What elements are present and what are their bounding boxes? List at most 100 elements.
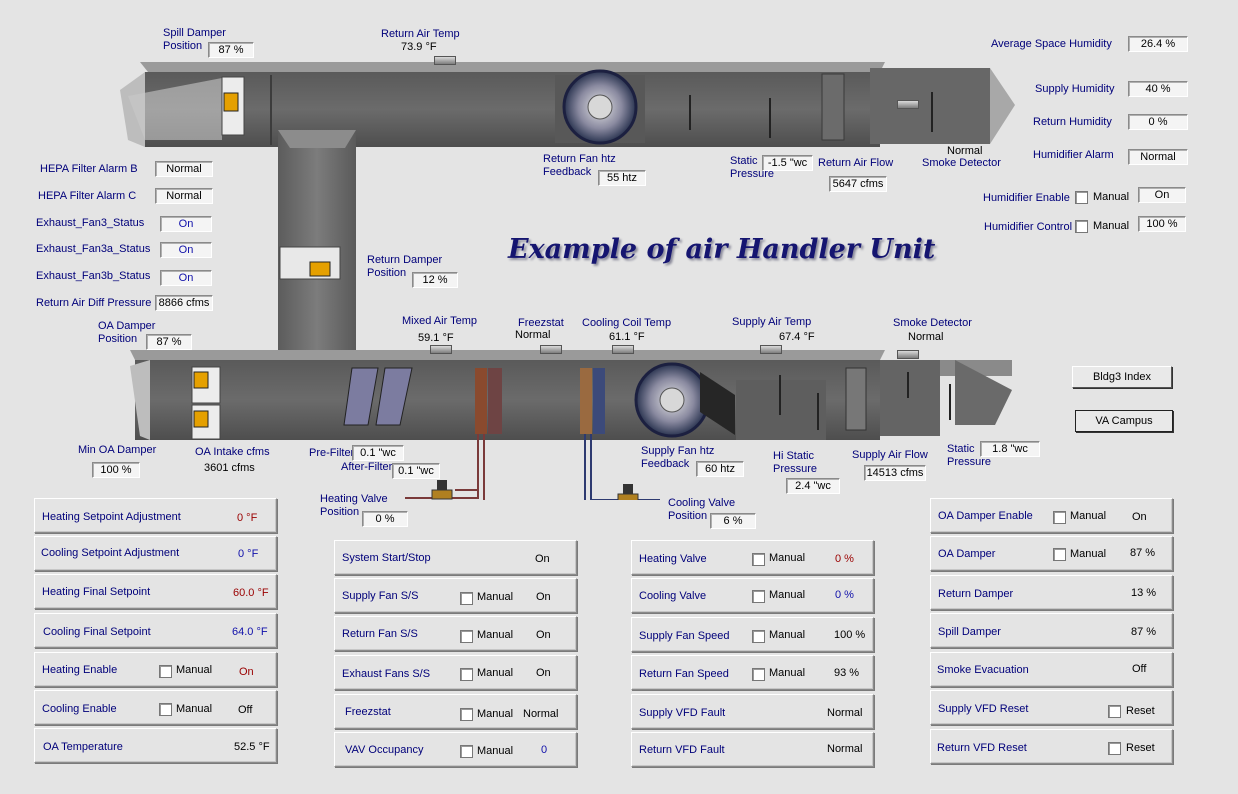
supply-static-label-2: Pressure <box>947 456 992 468</box>
supply-fan-value: 60 htz <box>696 461 744 477</box>
return-fan-label: Return Fan htz <box>543 153 616 165</box>
row-label: Heating Valve <box>639 553 707 565</box>
row-value: On <box>239 666 254 678</box>
cooling-coil-icon <box>580 368 592 434</box>
oa-damper-value: 87 % <box>146 334 192 350</box>
row-value: 93 % <box>834 667 860 679</box>
oa-damper-manual-checkbox[interactable] <box>1053 548 1066 561</box>
va-campus-button[interactable]: VA Campus <box>1075 410 1173 432</box>
reset-label: Reset <box>1126 742 1155 754</box>
smoke-detector-value: Normal <box>908 331 944 343</box>
supply-humidity-label: Supply Humidity <box>1035 83 1115 95</box>
return-air-temp-label: Return Air Temp <box>381 28 460 40</box>
return-humidity-value: 0 % <box>1128 114 1188 130</box>
heating-valve-manual-checkbox[interactable] <box>752 553 765 566</box>
return-fan-speed-manual-checkbox[interactable] <box>752 668 765 681</box>
return-smoke-status: Normal <box>947 145 983 157</box>
min-oa-damper-value: 100 % <box>92 462 140 478</box>
oa-damper-label-2: Position <box>98 333 138 345</box>
return-air-temp-value: 73.9 °F <box>401 41 437 53</box>
return-smoke-label: Smoke Detector <box>922 157 1001 169</box>
row-value: 0 % <box>835 589 854 601</box>
freezstat-manual-checkbox[interactable] <box>460 708 473 721</box>
return-smoke-detector-icon <box>897 100 919 109</box>
heating-enable-manual-checkbox[interactable] <box>159 665 172 678</box>
exhaust-fans-manual-checkbox[interactable] <box>460 668 473 681</box>
row-value: 0 % <box>835 553 854 565</box>
freezstat-value: Normal <box>515 329 551 341</box>
status-value: On <box>160 216 212 232</box>
manual-label: Manual <box>769 552 806 564</box>
supply-duct <box>130 350 1012 440</box>
return-static-label: Static <box>730 155 758 167</box>
pre-filter-value: 0.1 "wc <box>352 445 404 461</box>
row-value: 87 % <box>1130 547 1156 559</box>
row-label: Cooling Enable <box>42 703 117 715</box>
row-value: 100 % <box>834 629 866 641</box>
spill-damper-label: Spill Damper <box>163 27 226 39</box>
humidifier-alarm-value: Normal <box>1128 149 1188 165</box>
hi-static-value: 2.4 "wc <box>786 478 840 494</box>
row-label: Supply Fan Speed <box>639 630 730 642</box>
humidifier-enable-manual-checkbox[interactable] <box>1075 191 1088 204</box>
smoke-detector-label: Smoke Detector <box>893 317 972 329</box>
row-value: 0 <box>541 744 548 756</box>
bldg3-index-button[interactable]: Bldg3 Index <box>1072 366 1172 388</box>
row-label: Heating Setpoint Adjustment <box>42 511 181 523</box>
vav-occupancy-manual-checkbox[interactable] <box>460 745 473 758</box>
spill-damper-value: 87 % <box>208 42 254 58</box>
heating-valve-label-2: Position <box>320 506 360 518</box>
row-value: 0 °F <box>238 548 259 560</box>
return-air-flow-value: 5647 cfms <box>829 176 887 192</box>
row-value: 0 °F <box>237 512 258 524</box>
row-label: Freezstat <box>345 706 391 718</box>
row-value: 60.0 °F <box>233 587 269 599</box>
status-value: Normal <box>155 161 213 177</box>
humidifier-control-manual-checkbox[interactable] <box>1075 220 1088 233</box>
return-air-flow-label: Return Air Flow <box>818 157 894 169</box>
row-value: Off <box>1132 663 1147 675</box>
avg-humidity-value: 26.4 % <box>1128 36 1188 52</box>
row-label: Heating Final Setpoint <box>42 586 151 598</box>
row-value: 87 % <box>1131 626 1157 638</box>
supply-vfd-reset-checkbox[interactable] <box>1108 705 1121 718</box>
reset-label: Reset <box>1126 705 1155 717</box>
humidifier-control-value: 100 % <box>1138 216 1186 232</box>
row-label: Return Fan S/S <box>342 628 418 640</box>
cooling-coil-temp-value: 61.1 °F <box>609 331 645 343</box>
hi-static-label: Hi Static <box>773 450 814 462</box>
row-value: 64.0 °F <box>232 626 268 638</box>
manual-label: Manual <box>769 629 806 641</box>
return-fan-manual-checkbox[interactable] <box>460 630 473 643</box>
return-damper-value: 12 % <box>412 272 458 288</box>
return-humidity-label: Return Humidity <box>1033 116 1112 128</box>
oa-damper-enable-manual-checkbox[interactable] <box>1053 511 1066 524</box>
status-label: HEPA Filter Alarm B <box>40 163 138 175</box>
row-label: Heating Enable <box>42 664 118 676</box>
mixed-air-temp-label: Mixed Air Temp <box>402 315 477 327</box>
row-label: OA Damper Enable <box>938 510 1033 522</box>
supply-humidity-value: 40 % <box>1128 81 1188 97</box>
row-value: On <box>536 591 551 603</box>
humidifier-control-label: Humidifier Control <box>984 221 1073 233</box>
status-label: Exhaust_Fan3_Status <box>36 217 145 229</box>
row-value: On <box>536 667 551 679</box>
spill-damper-icon <box>221 76 245 136</box>
row-value: On <box>536 629 551 641</box>
min-oa-damper-icon <box>191 404 221 440</box>
row-value: Normal <box>523 708 559 720</box>
supply-static-label: Static <box>947 443 975 455</box>
cooling-enable-manual-checkbox[interactable] <box>159 703 172 716</box>
supply-fan-speed-manual-checkbox[interactable] <box>752 630 765 643</box>
humidifier-enable-value: On <box>1138 187 1186 203</box>
cooling-valve-value: 6 % <box>710 513 756 529</box>
return-vfd-reset-checkbox[interactable] <box>1108 742 1121 755</box>
cooling-valve-manual-checkbox[interactable] <box>752 590 765 603</box>
cooling-coil-temp-label: Cooling Coil Temp <box>582 317 672 329</box>
supply-fan-manual-checkbox[interactable] <box>460 592 473 605</box>
manual-label: Manual <box>477 629 514 641</box>
supply-air-flow-value: 14513 cfms <box>864 465 926 481</box>
row-value: 52.5 °F <box>234 741 270 753</box>
status-value: Normal <box>155 188 213 204</box>
row-value: Normal <box>827 743 863 755</box>
